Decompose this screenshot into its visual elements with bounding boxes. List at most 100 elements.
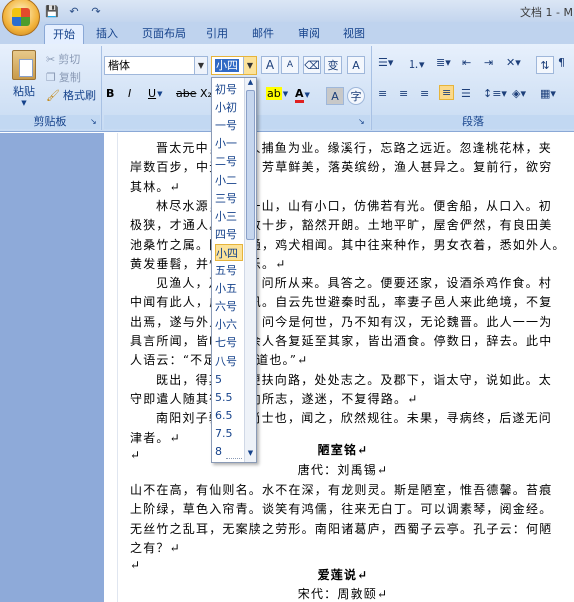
font-size-option[interactable]: 初号 [215,81,243,98]
align-left-icon: ≡ [378,87,388,100]
text-line: 人语云：“不足为外人道也。”↵ [130,351,570,368]
format-painter-button[interactable]: 🖌 格式刷 [46,87,96,103]
font-size-option[interactable]: 小初 [215,99,243,116]
font-color-icon: A [295,87,304,103]
bold-button[interactable]: B [106,87,114,100]
tab-mailings[interactable]: 邮件 [252,24,274,44]
align-center-button[interactable]: ≡ [399,87,408,100]
font-family-combo[interactable]: 楷体 ▼ [104,56,208,75]
title-bar: 💾 ↶ ↷ 文档 1 - M [0,0,574,22]
show-marks-button[interactable]: ¶ [558,56,565,69]
borders-button[interactable]: ▦▾ [540,87,556,100]
font-size-option[interactable]: 六号 [215,298,243,315]
underline-button[interactable]: U ▼ [148,87,162,100]
clipboard-dialog-launcher[interactable]: ↘ [90,117,97,126]
multilevel-list-button[interactable]: ≣▾ [436,56,451,69]
tab-insert[interactable]: 插入 [96,24,118,44]
highlight-button[interactable]: ab ▼ [266,87,288,100]
pinyin-button[interactable]: 变 [324,56,342,74]
align-right-icon: ≡ [420,87,430,100]
distributed-icon: ☰ [461,87,471,100]
text-line: 其林。↵ [130,179,181,194]
shrink-font-icon: A [281,56,299,74]
brush-icon: 🖌 [46,88,60,102]
sort-icon: ⇅ [536,56,554,74]
decrease-indent-icon: ⇤ [462,56,472,69]
scroll-up-icon[interactable]: ▲ [245,78,256,89]
font-size-option[interactable]: 五号 [215,262,243,279]
font-size-dropdown[interactable]: 初号 小初 一号 小一 二号小二 三号 小三 四号 小四 五号 小五 六号 小六 七号八号 5 5.5 6.5 7… [211,77,257,463]
scroll-down-icon[interactable]: ▼ [245,449,256,460]
redo-icon[interactable]: ↷ [88,3,104,19]
align-justify-left-button[interactable]: ≡ [378,87,387,100]
font-size-option[interactable]: 小五 [215,280,243,297]
decrease-indent-button[interactable]: ⇤ [462,56,471,69]
strikethrough-button[interactable]: abe [176,87,197,100]
enclose-char-button[interactable]: 字 [347,87,365,105]
font-size-option[interactable]: 5 [215,371,243,388]
text-line: 中闻有此人，咸来问讯。自云先世避秦时乱，率妻子邑人来此绝境，不复 [130,295,553,310]
bullets-button[interactable]: ☰▾ [378,56,393,69]
tab-view[interactable]: 视图 [343,24,365,44]
paste-button[interactable]: 粘贴 ▼ [8,50,40,107]
font-size-option[interactable]: 小一 [215,135,243,152]
enclose-char-icon: 字 [347,87,365,105]
font-size-option[interactable]: 八号 [215,353,243,370]
chevron-down-icon[interactable]: ▼ [243,57,256,74]
tab-references[interactable]: 引用 [206,24,228,44]
font-size-option[interactable]: 6.5 [215,407,243,424]
strikethrough-icon: abe [176,87,197,100]
font-size-option[interactable]: 一号 [215,117,243,134]
font-size-option[interactable]: 小三 [215,208,243,225]
font-dialog-launcher[interactable]: ↘ [358,117,365,126]
font-size-option[interactable]: 三号 [215,190,243,207]
chinese-layout-button[interactable]: ✕▾ [506,56,521,69]
tab-home[interactable]: 开始 [44,24,84,44]
sort-button[interactable]: ⇅ [536,56,554,74]
tab-page-layout[interactable]: 页面布局 [142,24,186,44]
poem-title: 陋室铭↵ [317,443,369,457]
font-size-option[interactable]: 5.5 [215,389,243,406]
cut-button[interactable]: ✂ 剪切 [46,51,80,67]
numbering-button[interactable]: ⒈▾ [408,56,425,72]
dialog-launcher-icon: ↘ [90,117,97,126]
shading-button[interactable]: ◈▾ [512,87,526,100]
font-size-option[interactable]: 小四 [215,243,243,261]
justify-icon: ≡ [442,86,452,99]
font-size-option[interactable]: 7.5 [215,425,243,442]
shrink-font-button[interactable]: A [281,56,299,74]
underline-icon: U [148,87,157,100]
font-size-combo[interactable]: 小四 ▼ [211,56,257,75]
tab-review[interactable]: 审阅 [298,24,320,44]
office-logo-icon [12,8,30,26]
clear-format-button[interactable]: ⌫ [303,56,321,74]
undo-icon[interactable]: ↶ [66,3,82,19]
resize-grip[interactable] [226,458,242,462]
line-spacing-button[interactable]: ↕≡▾ [483,87,507,100]
align-right-button[interactable]: ≡ [420,87,429,100]
distributed-button[interactable]: ☰ [461,87,471,100]
font-color-button[interactable]: A ▼ [295,87,310,103]
font-family-value: 楷体 [108,59,130,72]
justify-button[interactable]: ≡ [439,85,455,100]
font-size-option[interactable]: 二号 [215,153,243,170]
italic-button[interactable]: I [128,87,131,100]
window-title: 文档 1 - M [520,6,573,19]
font-size-option[interactable]: 小六 [215,316,243,333]
multilevel-list-icon: ≣▾ [436,56,451,69]
font-size-option[interactable]: 小二 [215,172,243,189]
char-border-button[interactable]: A [347,56,365,74]
chevron-down-icon: ▼ [21,99,27,107]
increase-indent-button[interactable]: ⇥ [484,56,493,69]
dropdown-scrollbar[interactable]: ▲ ▼ [244,78,256,462]
scroll-thumb[interactable] [246,90,255,240]
bullets-icon: ☰▾ [378,56,394,69]
save-icon[interactable]: 💾 [44,3,60,19]
char-shading-button[interactable]: A [326,87,344,105]
text-line: 池桑竹之属。阡陌交通，鸡犬相闻。其中往来种作，男女衣着，悉如外人。 [130,237,566,252]
copy-button[interactable]: ❐ 复制 [46,69,81,85]
chevron-down-icon[interactable]: ▼ [194,57,207,74]
font-size-option[interactable]: 七号 [215,334,243,351]
font-size-option[interactable]: 四号 [215,226,243,243]
grow-font-button[interactable]: A [261,56,279,74]
